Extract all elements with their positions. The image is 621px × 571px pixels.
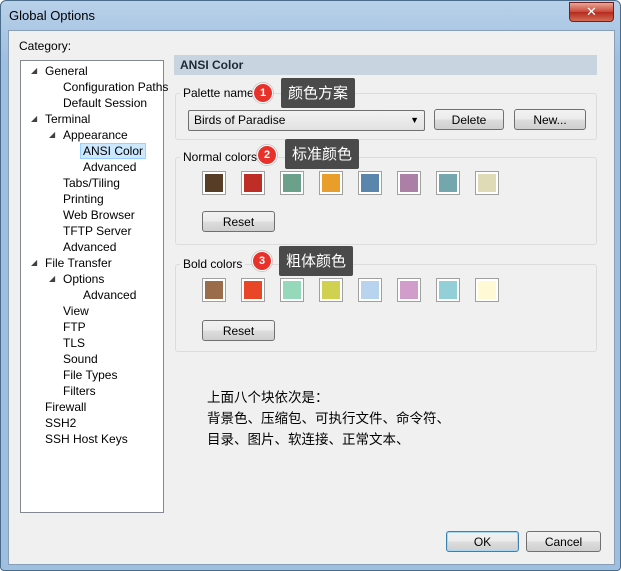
- bold-color-swatch-fill: [478, 281, 496, 299]
- global-options-window: Global Options ✕ Category: ◢ General Conf…: [0, 0, 621, 571]
- tree-item-appearance[interactable]: ◢ Appearance: [45, 127, 128, 143]
- bold-color-swatch-fill: [283, 281, 301, 299]
- tree-item-ssh2[interactable]: SSH2: [45, 415, 76, 431]
- bold-color-swatch-7[interactable]: [436, 278, 460, 302]
- bold-color-swatch-3[interactable]: [280, 278, 304, 302]
- annotation-callout-1: 颜色方案: [281, 78, 356, 108]
- bold-color-swatch-fill: [439, 281, 457, 299]
- tree-item-view[interactable]: View: [63, 303, 89, 319]
- palette-name-label: Palette name: [180, 86, 257, 100]
- normal-color-swatch-fill: [439, 174, 457, 192]
- bold-color-swatch-fill: [400, 281, 418, 299]
- panel-header: ANSI Color: [174, 55, 597, 75]
- annotation-callout-3: 粗体颜色: [279, 246, 354, 276]
- normal-color-swatch-3[interactable]: [280, 171, 304, 195]
- annotation-badge-3: 3: [252, 251, 272, 271]
- bold-color-swatch-6[interactable]: [397, 278, 421, 302]
- tree-item-tftp-server[interactable]: TFTP Server: [63, 223, 131, 239]
- bold-color-swatch-2[interactable]: [241, 278, 265, 302]
- window-title: Global Options: [9, 8, 95, 23]
- bold-colors-label: Bold colors: [180, 257, 246, 271]
- normal-color-swatch-2[interactable]: [241, 171, 265, 195]
- tree-item-web-browser[interactable]: Web Browser: [63, 207, 135, 223]
- normal-color-swatch-fill: [361, 174, 379, 192]
- expanded-arrow-icon[interactable]: ◢: [31, 111, 37, 127]
- tree-item-default-session[interactable]: Default Session: [63, 95, 147, 111]
- tree-item-options-advanced[interactable]: Advanced: [83, 287, 136, 303]
- dialog-client: Category: ◢ General Configuration Paths D…: [8, 30, 615, 565]
- tree-item-options[interactable]: ◢ Options: [45, 271, 104, 287]
- tree-item-printing[interactable]: Printing: [63, 191, 104, 207]
- normal-color-swatch-fill: [244, 174, 262, 192]
- tree-item-file-transfer[interactable]: ◢ File Transfer: [27, 255, 112, 271]
- palette-name-select[interactable]: Birds of Paradise ▼: [188, 110, 425, 131]
- bold-color-swatch-5[interactable]: [358, 278, 382, 302]
- tree-item-tabs-tiling[interactable]: Tabs/Tiling: [63, 175, 120, 191]
- expanded-arrow-icon[interactable]: ◢: [31, 255, 37, 271]
- new-palette-button[interactable]: New...: [514, 109, 586, 130]
- tree-item-file-types[interactable]: File Types: [63, 367, 117, 383]
- annotation-note: 上面八个块依次是： 背景色、压缩包、可执行文件、命令符、 目录、图片、软连接、正…: [207, 390, 450, 448]
- normal-color-swatch-1[interactable]: [202, 171, 226, 195]
- normal-colors-label: Normal colors: [180, 150, 261, 164]
- tree-item-firewall[interactable]: Firewall: [45, 399, 86, 415]
- tree-item-ssh-host-keys[interactable]: SSH Host Keys: [45, 431, 128, 447]
- normal-color-swatch-6[interactable]: [397, 171, 421, 195]
- bold-color-swatch-fill: [205, 281, 223, 299]
- bold-color-swatch-fill: [244, 281, 262, 299]
- tree-item-tls[interactable]: TLS: [63, 335, 85, 351]
- tree-item-general[interactable]: ◢ General: [27, 63, 88, 79]
- normal-color-swatch-fill: [322, 174, 340, 192]
- category-tree[interactable]: ◢ General Configuration Paths Default Ses…: [20, 60, 168, 513]
- normal-color-swatch-4[interactable]: [319, 171, 343, 195]
- bold-color-swatch-8[interactable]: [475, 278, 499, 302]
- annotation-callout-2: 标准颜色: [285, 139, 360, 169]
- tree-item-ftp[interactable]: FTP: [63, 319, 86, 335]
- chevron-down-icon: ▼: [410, 115, 419, 125]
- bold-color-swatch-fill: [361, 281, 379, 299]
- normal-color-swatch-fill: [478, 174, 496, 192]
- annotation-badge-2: 2: [257, 145, 277, 165]
- tree-item-ansi-color[interactable]: ANSI Color: [80, 143, 147, 159]
- tree-item-appearance-advanced[interactable]: Advanced: [83, 159, 136, 175]
- tree-item-filters[interactable]: Filters: [63, 383, 96, 399]
- expanded-arrow-icon[interactable]: ◢: [49, 271, 55, 287]
- tree-item-terminal-advanced[interactable]: Advanced: [63, 239, 116, 255]
- tree-item-configuration-paths[interactable]: Configuration Paths: [63, 79, 168, 95]
- cancel-button[interactable]: Cancel: [526, 531, 601, 552]
- annotation-badge-1: 1: [253, 83, 273, 103]
- expanded-arrow-icon[interactable]: ◢: [49, 127, 55, 143]
- bold-color-swatch-4[interactable]: [319, 278, 343, 302]
- ok-button[interactable]: OK: [446, 531, 519, 552]
- normal-reset-button[interactable]: Reset: [202, 211, 275, 232]
- normal-color-swatch-8[interactable]: [475, 171, 499, 195]
- bold-color-swatch-1[interactable]: [202, 278, 226, 302]
- normal-color-swatch-fill: [283, 174, 301, 192]
- normal-color-swatch-5[interactable]: [358, 171, 382, 195]
- delete-button[interactable]: Delete: [434, 109, 504, 130]
- title-bar: Global Options ✕: [1, 1, 620, 31]
- category-label: Category:: [19, 39, 72, 53]
- expanded-arrow-icon[interactable]: ◢: [31, 63, 37, 79]
- bold-color-swatch-fill: [322, 281, 340, 299]
- normal-color-swatch-fill: [205, 174, 223, 192]
- bold-reset-button[interactable]: Reset: [202, 320, 275, 341]
- normal-color-swatch-7[interactable]: [436, 171, 460, 195]
- tree-item-terminal[interactable]: ◢ Terminal: [27, 111, 90, 127]
- normal-color-swatch-fill: [400, 174, 418, 192]
- close-button[interactable]: ✕: [569, 2, 614, 22]
- tree-item-sound[interactable]: Sound: [63, 351, 98, 367]
